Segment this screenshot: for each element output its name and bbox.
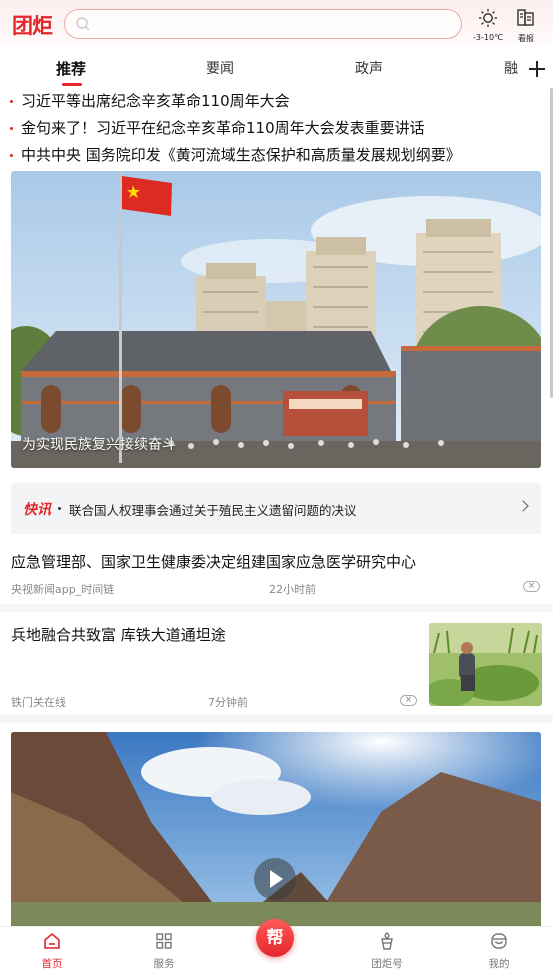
nav-tuanjuhao[interactable]: 团炬号 bbox=[357, 931, 417, 971]
divider bbox=[0, 604, 553, 612]
weather-temp: -3-10℃ bbox=[472, 33, 504, 42]
news-title: 应急管理部、国家卫生健康委决定组建国家应急医学研究中心 bbox=[11, 553, 417, 571]
tab-recommend[interactable]: 推荐 bbox=[56, 58, 86, 79]
headline-item[interactable]: 习近平等出席纪念辛亥革命110周年大会 bbox=[0, 88, 553, 115]
app-logo: 团炬 bbox=[12, 13, 53, 38]
nav-label: 团炬号 bbox=[371, 958, 403, 970]
hero-caption: 为实现民族复兴接续奋斗 bbox=[22, 437, 176, 453]
profile-icon bbox=[489, 933, 509, 955]
nav-label: 服务 bbox=[153, 958, 175, 970]
newspaper-button[interactable]: 看报 bbox=[513, 8, 539, 44]
news-time: 7分钟前 bbox=[208, 696, 248, 709]
tab-media[interactable]: 融 bbox=[504, 58, 518, 78]
news-thumbnail bbox=[429, 623, 542, 706]
headline-text: 中共中央 国务院印发《黄河流域生态保护和高质量发展规划纲要》 bbox=[21, 146, 461, 164]
grid-icon bbox=[154, 933, 174, 955]
nav-label: 我的 bbox=[488, 958, 510, 970]
chevron-right-icon bbox=[517, 500, 529, 512]
dismiss-icon[interactable]: × bbox=[523, 581, 540, 592]
news-item[interactable]: 应急管理部、国家卫生健康委决定组建国家应急医学研究中心 央视新闻app_时间链 … bbox=[11, 547, 542, 599]
news-title: 兵地融合共致富 库铁大道通坦途 bbox=[11, 626, 226, 644]
app-header: 团炬 -3-10℃ 看报 bbox=[0, 0, 553, 52]
headline-item[interactable]: 金句来了！习近平在纪念辛亥革命110周年大会发表重要讲话 bbox=[0, 115, 553, 142]
torch-icon bbox=[377, 932, 397, 955]
nav-mine[interactable]: 我的 bbox=[469, 931, 529, 971]
nav-label: 首页 bbox=[41, 958, 63, 970]
news-item[interactable]: 兵地融合共致富 库铁大道通坦途 铁门关在线 7分钟前 × bbox=[11, 620, 542, 710]
flash-tag: 快讯 bbox=[23, 502, 51, 518]
hero-image bbox=[11, 171, 541, 468]
channel-tabs: 推荐 要闻 政声 融 bbox=[0, 52, 553, 90]
news-time: 22小时前 bbox=[269, 583, 316, 596]
headline-list: 习近平等出席纪念辛亥革命110周年大会 金句来了！习近平在纪念辛亥革命110周年… bbox=[0, 88, 553, 169]
video-card[interactable] bbox=[11, 732, 541, 927]
bullet-icon bbox=[10, 154, 13, 157]
flash-news-bar[interactable]: 快讯 联合国人权理事会通过关于殖民主义遗留问题的决议 bbox=[11, 483, 541, 534]
news-source: 央视新闻app_时间链 bbox=[11, 583, 115, 596]
bullet-icon bbox=[10, 127, 13, 130]
nav-home[interactable]: 首页 bbox=[22, 931, 82, 971]
newspaper-label: 看报 bbox=[518, 34, 534, 43]
tab-news[interactable]: 要闻 bbox=[206, 58, 234, 78]
flash-text: 联合国人权理事会通过关于殖民主义遗留问题的决议 bbox=[69, 503, 357, 518]
play-icon[interactable] bbox=[254, 858, 296, 900]
active-tab-indicator bbox=[62, 83, 82, 86]
tab-politics[interactable]: 政声 bbox=[355, 58, 383, 78]
search-icon bbox=[75, 16, 91, 36]
search-input[interactable] bbox=[64, 9, 462, 39]
bullet-icon bbox=[10, 100, 13, 103]
hero-banner[interactable]: 为实现民族复兴接续奋斗 bbox=[11, 171, 541, 468]
headline-text: 习近平等出席纪念辛亥革命110周年大会 bbox=[21, 92, 290, 110]
headline-text: 金句来了！习近平在纪念辛亥革命110周年大会发表重要讲话 bbox=[21, 119, 425, 137]
sun-icon bbox=[478, 9, 498, 32]
newspaper-icon bbox=[516, 9, 536, 32]
weather-widget[interactable]: -3-10℃ bbox=[471, 8, 505, 42]
farmer-image bbox=[429, 623, 542, 706]
dismiss-icon[interactable]: × bbox=[400, 695, 417, 706]
nav-service[interactable]: 服务 bbox=[134, 931, 194, 971]
add-channel-icon[interactable] bbox=[526, 58, 548, 80]
bullet-icon bbox=[58, 507, 61, 510]
divider bbox=[0, 715, 553, 723]
home-icon bbox=[42, 932, 62, 955]
help-button[interactable]: 帮 bbox=[256, 919, 294, 957]
headline-item[interactable]: 中共中央 国务院印发《黄河流域生态保护和高质量发展规划纲要》 bbox=[0, 142, 553, 169]
news-source: 铁门关在线 bbox=[11, 696, 66, 709]
